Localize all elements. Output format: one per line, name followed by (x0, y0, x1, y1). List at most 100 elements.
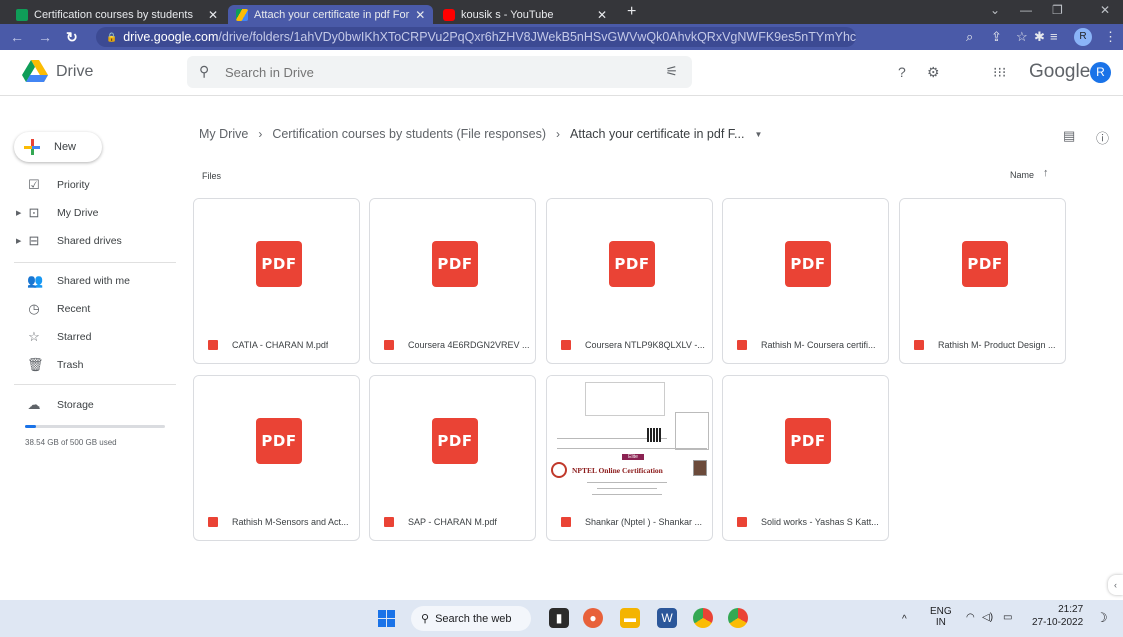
share-icon[interactable]: ⇪ (991, 29, 1002, 45)
expand-caret-icon[interactable]: ▶ (16, 237, 21, 245)
new-tab-button[interactable]: + (627, 3, 636, 21)
browser-profile-avatar[interactable]: R (1074, 28, 1092, 46)
taskbar-search[interactable]: ⚲ Search the web (411, 606, 531, 631)
minimize-button[interactable]: — (1020, 3, 1032, 17)
account-avatar[interactable]: R (1090, 62, 1111, 83)
bookmark-star-icon[interactable]: ☆ (1016, 29, 1028, 45)
file-thumbnail: PDF (723, 376, 888, 502)
sort-by-name[interactable]: Name (1010, 170, 1034, 180)
file-card[interactable]: PDF Rathish M- Coursera certifi... (722, 198, 889, 364)
certificate-title: NPTEL Online Certification (572, 466, 663, 475)
certificate-score-table (675, 412, 709, 450)
sidebar-item-priority[interactable]: ☑ Priority (0, 172, 178, 198)
browser-tab-youtube[interactable]: kousik s - YouTube ✕ (435, 5, 615, 24)
file-card[interactable]: PDF Coursera NTLP9K8QLXLV -... (546, 198, 713, 364)
pdf-file-icon: PDF (256, 241, 302, 287)
sidebar-item-recent[interactable]: ◷ Recent (0, 296, 178, 322)
windows-taskbar: ⚲ Search the web ▮ ● ▬ W ^ ENG IN ◠ ◁) ▭… (0, 600, 1123, 637)
info-icon[interactable]: ⓘ (1096, 128, 1109, 147)
file-name-row: CATIA - CHARAN M.pdf (194, 335, 359, 355)
file-thumbnail: Elite NPTEL Online Certification (547, 376, 712, 502)
sidebar-item-my-drive[interactable]: ▶ ⊡ My Drive (0, 200, 178, 226)
system-clock[interactable]: 21:27 27-10-2022 (1032, 603, 1083, 629)
chevron-down-icon[interactable]: ▼ (754, 130, 762, 139)
chrome-profile-icon[interactable] (728, 608, 748, 628)
file-card[interactable]: PDF Solid works - Yashas S Katt... (722, 375, 889, 541)
windows-start-icon[interactable] (378, 610, 395, 627)
list-view-icon[interactable]: ▤ (1063, 128, 1075, 144)
file-name-row: Rathish M-Sensors and Act... (194, 512, 359, 532)
sidebar-item-shared-with-me[interactable]: 👥 Shared with me (0, 268, 178, 294)
sort-ascending-arrow-icon[interactable]: ↑ (1043, 167, 1049, 179)
sidebar-item-starred[interactable]: ☆ Starred (0, 324, 178, 350)
notifications-icon[interactable]: ☽ (1096, 610, 1108, 626)
file-card[interactable]: PDF Coursera 4E6RDGN2VREV ... (369, 198, 536, 364)
file-card[interactable]: PDF Rathish M- Product Design ... (899, 198, 1066, 364)
file-name: CATIA - CHARAN M.pdf (232, 340, 329, 350)
language-code: ENG (930, 606, 952, 617)
pdf-type-icon (914, 340, 924, 350)
sheets-icon (16, 8, 28, 21)
file-card[interactable]: PDF SAP - CHARAN M.pdf (369, 375, 536, 541)
task-view-icon[interactable]: ▮ (549, 608, 569, 628)
help-icon[interactable]: ? (898, 64, 906, 80)
zoom-icon[interactable]: ⌕ (966, 29, 973, 45)
sidebar-item-shared-drives[interactable]: ▶ ⊟ Shared drives (0, 228, 178, 254)
file-card[interactable]: Elite NPTEL Online Certification Shankar (… (546, 375, 713, 541)
file-name: Rathish M- Coursera certifi... (761, 340, 876, 350)
reading-list-icon[interactable]: ≡ (1050, 29, 1058, 44)
reload-icon[interactable]: ↻ (66, 29, 78, 46)
breadcrumb-parent-folder[interactable]: Certification courses by students (File … (272, 127, 546, 141)
file-name: SAP - CHARAN M.pdf (408, 517, 497, 527)
apps-grid-icon[interactable]: ⁝⁝⁝ (993, 64, 1006, 81)
file-card[interactable]: PDF Rathish M-Sensors and Act... (193, 375, 360, 541)
word-icon[interactable]: W (657, 608, 677, 628)
taskbar-search-label: Search the web (435, 612, 512, 625)
close-window-button[interactable]: ✕ (1100, 3, 1110, 17)
pdf-type-icon (737, 340, 747, 350)
side-panel-toggle-icon[interactable]: ‹ (1108, 575, 1123, 595)
file-name-row: Coursera NTLP9K8QLXLV -... (547, 335, 712, 355)
file-name: Solid works - Yashas S Katt... (761, 517, 879, 527)
star-icon: ☆ (28, 329, 40, 344)
search-options-icon[interactable]: ⚟ (665, 63, 678, 80)
new-button[interactable]: New (14, 132, 102, 162)
battery-icon[interactable]: ▭ (1003, 612, 1012, 623)
browser-tab-sheets[interactable]: Certification courses by students ✕ (8, 5, 226, 24)
close-tab-icon[interactable]: ✕ (415, 8, 425, 22)
certificate-elite-badge: Elite (622, 454, 644, 460)
close-tab-icon[interactable]: ✕ (208, 8, 218, 22)
breadcrumb-my-drive[interactable]: My Drive (199, 127, 248, 141)
address-bar[interactable]: 🔒 drive.google.com/drive/folders/1ahVDy0… (96, 27, 856, 47)
sidebar-item-storage[interactable]: ☁ Storage (0, 392, 178, 418)
forward-icon[interactable]: → (38, 29, 52, 45)
sidebar-item-label: Recent (57, 303, 91, 315)
restore-button[interactable]: ❐ (1052, 3, 1063, 17)
chrome-icon[interactable] (693, 608, 713, 628)
file-explorer-icon[interactable]: ▬ (620, 608, 640, 628)
volume-icon[interactable]: ◁) (982, 612, 993, 623)
shared-drives-icon: ⊟ (28, 233, 40, 248)
chevron-right-icon: › (258, 127, 263, 141)
sidebar-item-trash[interactable]: 🗑 Trash (0, 352, 178, 378)
breadcrumb-current-folder[interactable]: Attach your certificate in pdf F... (570, 127, 744, 141)
back-icon[interactable]: ← (10, 29, 24, 45)
tab-search-icon[interactable]: ⌄ (990, 3, 1000, 17)
wifi-icon[interactable]: ◠ (966, 612, 975, 623)
language-indicator[interactable]: ENG IN (930, 606, 952, 628)
search-input[interactable] (225, 56, 625, 88)
browser-tab-drive[interactable]: Attach your certificate in pdf For ✕ (228, 5, 433, 24)
browser-menu-icon[interactable]: ⋮ (1104, 29, 1117, 45)
search-bar[interactable]: ⚲ ⚟ (187, 56, 692, 88)
close-tab-icon[interactable]: ✕ (597, 8, 607, 22)
tray-overflow-icon[interactable]: ^ (902, 614, 907, 625)
file-card[interactable]: PDF CATIA - CHARAN M.pdf (193, 198, 360, 364)
expand-caret-icon[interactable]: ▶ (16, 209, 21, 217)
settings-gear-icon[interactable]: ⚙ (927, 64, 940, 81)
extensions-icon[interactable]: ✱ (1034, 29, 1045, 45)
qr-code-icon (647, 428, 661, 442)
breadcrumb: My Drive › Certification courses by stud… (199, 127, 762, 141)
app-title: Drive (56, 63, 94, 80)
search-icon[interactable]: ⚲ (199, 63, 209, 80)
browser-app-icon[interactable]: ● (583, 608, 603, 628)
